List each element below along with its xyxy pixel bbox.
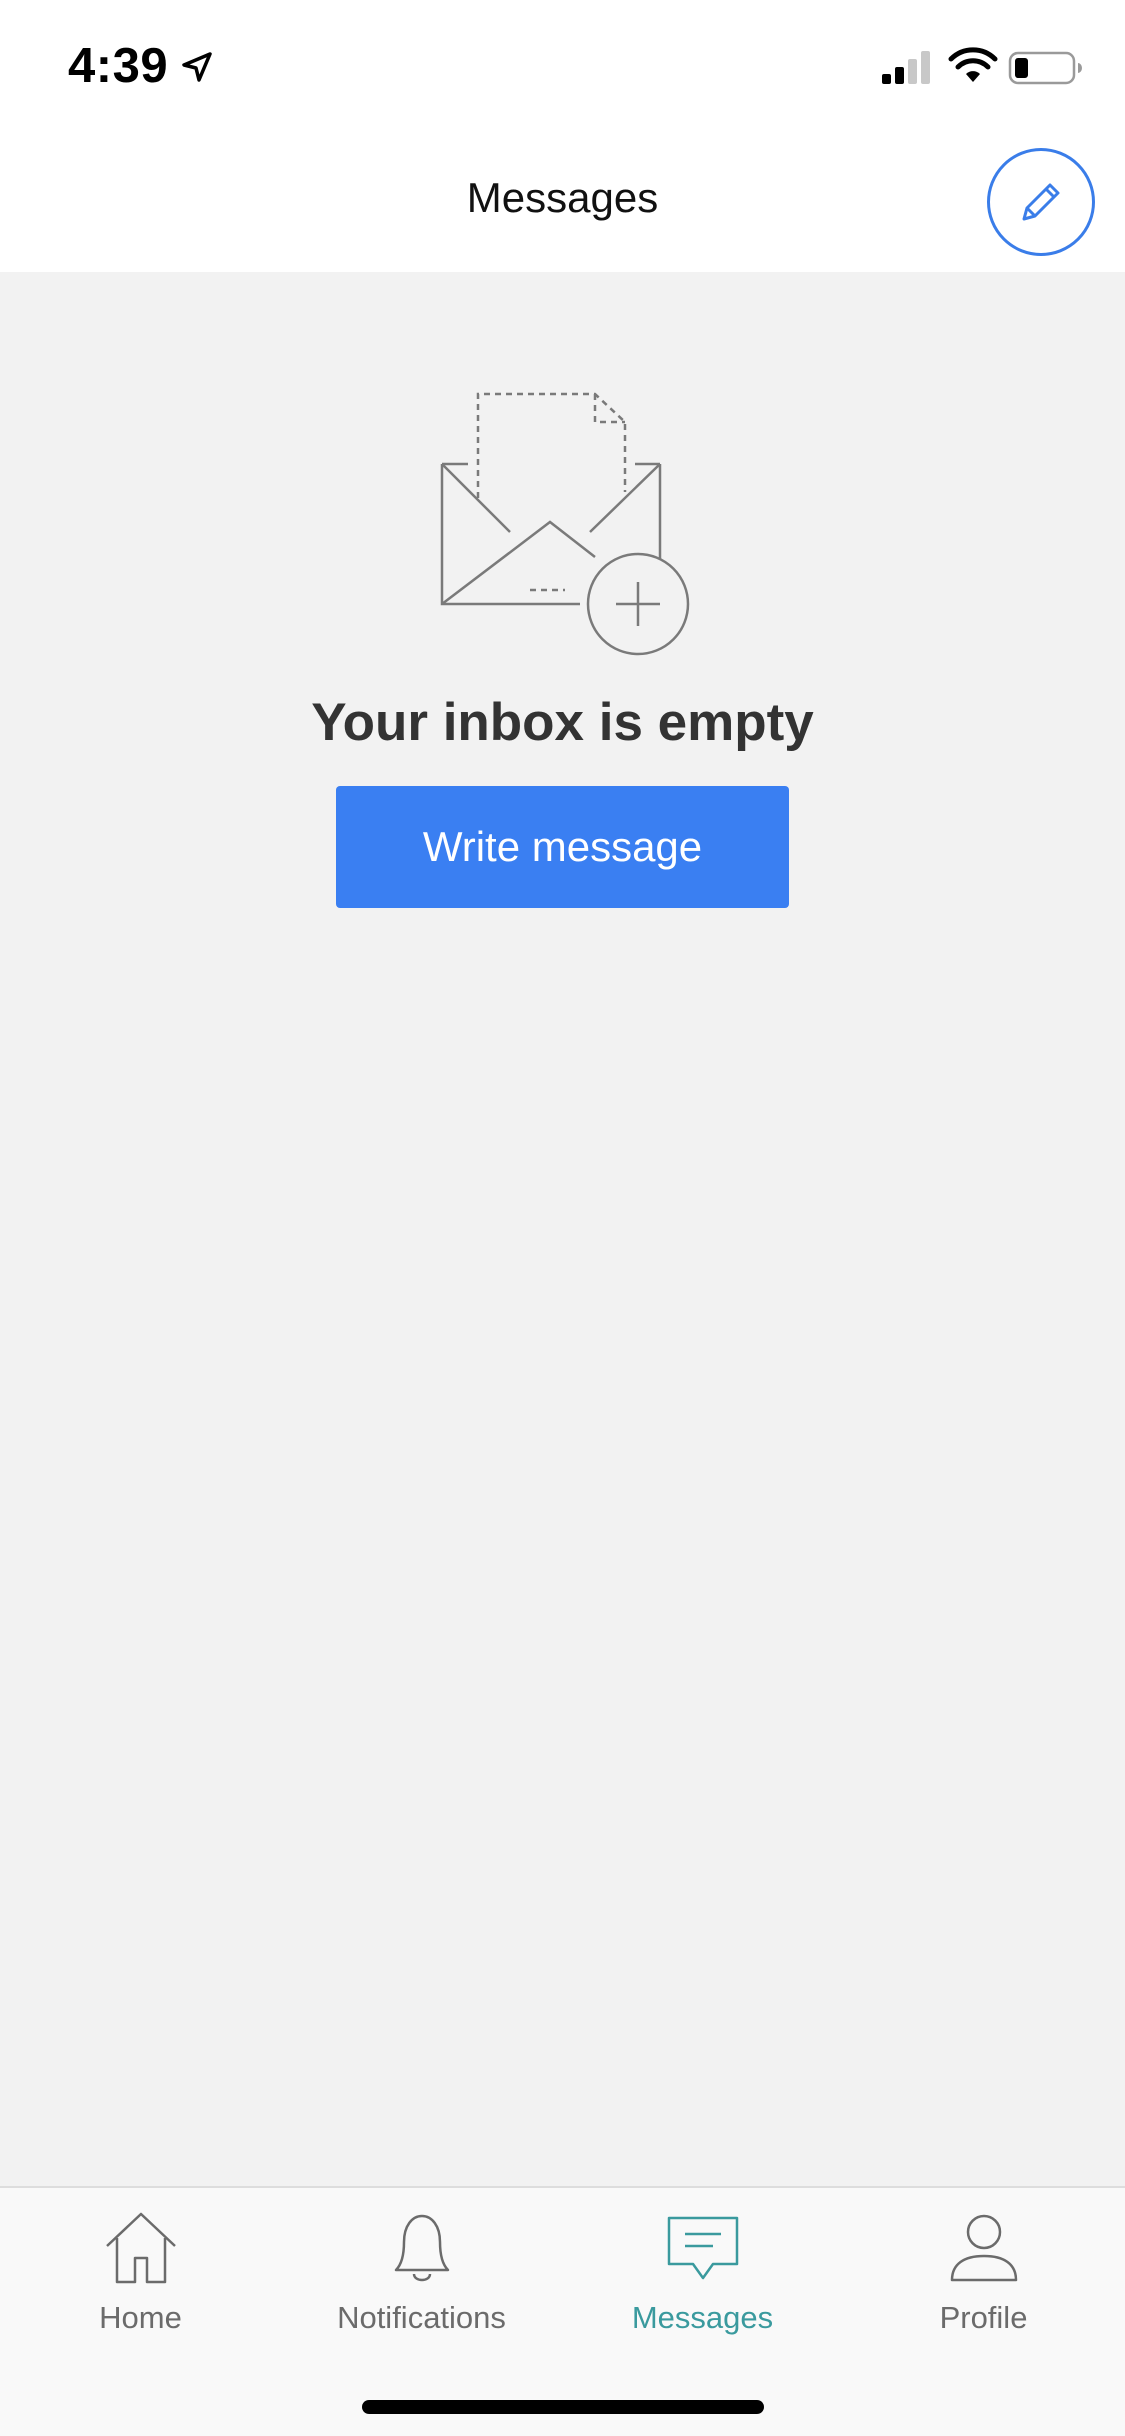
tab-messages[interactable]: Messages	[562, 2208, 843, 2358]
tab-label: Home	[99, 2300, 182, 2335]
status-bar: 4:39	[0, 0, 1125, 132]
empty-state-title: Your inbox is empty	[311, 693, 814, 752]
cellular-signal-icon	[882, 51, 930, 84]
tab-home[interactable]: Home	[0, 2208, 281, 2358]
bell-icon	[394, 2214, 449, 2282]
tab-label: Profile	[939, 2300, 1028, 2335]
tab-bar: Home Notifications Messages Profile	[0, 2186, 1125, 2436]
wifi-icon	[948, 47, 998, 82]
envelope-plus-icon	[440, 392, 690, 656]
nav-header: Messages	[0, 132, 1125, 272]
tab-notifications[interactable]: Notifications	[281, 2208, 562, 2358]
page-title: Messages	[466, 174, 659, 221]
battery-icon	[1008, 51, 1082, 85]
location-arrow-icon	[182, 52, 212, 82]
home-icon	[105, 2212, 176, 2284]
pencil-icon	[1022, 183, 1060, 221]
tab-profile[interactable]: Profile	[843, 2208, 1124, 2358]
person-icon	[950, 2214, 1017, 2282]
compose-button[interactable]	[987, 148, 1095, 256]
status-time: 4:39	[68, 39, 169, 93]
write-message-button[interactable]: Write message	[336, 786, 789, 908]
tab-label: Messages	[631, 2300, 774, 2335]
tab-label: Notifications	[337, 2300, 506, 2335]
home-indicator	[362, 2400, 764, 2414]
message-icon	[667, 2216, 738, 2280]
messages-screen: 4:39 Messages Your inbox is empty Write …	[0, 0, 1125, 2436]
